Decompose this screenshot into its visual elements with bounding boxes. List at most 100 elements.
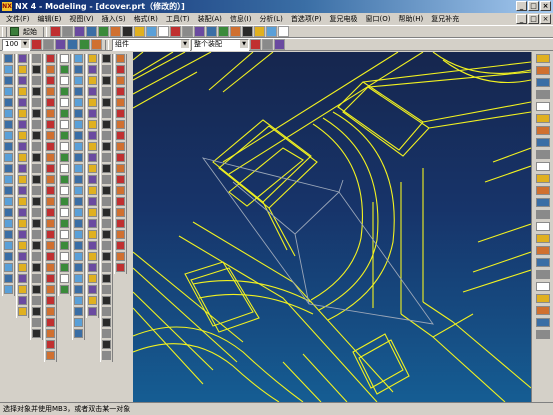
palette-tool-icon[interactable] xyxy=(32,87,41,96)
resource-tab-icon[interactable] xyxy=(535,54,550,63)
palette-tool-icon[interactable] xyxy=(88,252,97,261)
endpoint-icon[interactable] xyxy=(55,39,66,50)
palette-tool-icon[interactable] xyxy=(74,230,83,239)
palette-tool-icon[interactable] xyxy=(32,230,41,239)
palette-tool-icon[interactable] xyxy=(74,329,83,338)
palette-tool-icon[interactable] xyxy=(102,131,111,140)
palette-tool-icon[interactable] xyxy=(4,274,13,283)
palette-tool-icon[interactable] xyxy=(32,120,41,129)
palette-tool-icon[interactable] xyxy=(18,219,27,228)
pan-icon[interactable] xyxy=(206,26,217,37)
palette-tool-icon[interactable] xyxy=(74,76,83,85)
palette-tool-icon[interactable] xyxy=(88,131,97,140)
palette-tool-icon[interactable] xyxy=(18,307,27,316)
menu-tools[interactable]: 工具(T) xyxy=(162,14,194,24)
palette-tool-icon[interactable] xyxy=(102,65,111,74)
palette-tool-icon[interactable] xyxy=(46,186,55,195)
palette-tool-icon[interactable] xyxy=(18,164,27,173)
palette-tool-icon[interactable] xyxy=(88,65,97,74)
palette-tool-icon[interactable] xyxy=(74,131,83,140)
palette-tool-icon[interactable] xyxy=(116,186,125,195)
menu-window[interactable]: 窗口(O) xyxy=(362,14,395,24)
resource-tab-icon[interactable] xyxy=(535,210,550,219)
palette-tool-icon[interactable] xyxy=(88,142,97,151)
palette-tool-icon[interactable] xyxy=(46,263,55,272)
palette-tool-icon[interactable] xyxy=(46,340,55,349)
palette-tool-icon[interactable] xyxy=(4,186,13,195)
palette-tool-icon[interactable] xyxy=(60,274,69,283)
menu-assembly[interactable]: 装配(A) xyxy=(194,14,226,24)
resource-tab-icon[interactable] xyxy=(535,138,550,147)
palette-tool-icon[interactable] xyxy=(102,318,111,327)
palette-tool-icon[interactable] xyxy=(46,109,55,118)
palette-tool-icon[interactable] xyxy=(18,109,27,118)
palette-tool-icon[interactable] xyxy=(60,241,69,250)
palette-tool-icon[interactable] xyxy=(102,186,111,195)
palette-tool-icon[interactable] xyxy=(46,120,55,129)
resource-tab-icon[interactable] xyxy=(535,258,550,267)
palette-tool-icon[interactable] xyxy=(32,109,41,118)
palette-tool-icon[interactable] xyxy=(88,208,97,217)
palette-tool-icon[interactable] xyxy=(46,54,55,63)
resource-tab-icon[interactable] xyxy=(535,330,550,339)
intersection-icon[interactable] xyxy=(250,39,261,50)
shaded-icon[interactable] xyxy=(230,26,241,37)
palette-tool-icon[interactable] xyxy=(88,241,97,250)
palette-tool-icon[interactable] xyxy=(46,164,55,173)
palette-tool-icon[interactable] xyxy=(32,208,41,217)
palette-tool-icon[interactable] xyxy=(4,230,13,239)
type-filter-dropdown-icon[interactable]: ▼ xyxy=(181,39,189,48)
palette-tool-icon[interactable] xyxy=(18,285,27,294)
selection-filter-icon[interactable] xyxy=(31,39,42,50)
palette-tool-icon[interactable] xyxy=(32,307,41,316)
palette-tool-icon[interactable] xyxy=(102,351,111,360)
resource-tab-icon[interactable] xyxy=(535,270,550,279)
palette-tool-icon[interactable] xyxy=(18,65,27,74)
palette-tool-icon[interactable] xyxy=(88,274,97,283)
select-icon[interactable] xyxy=(170,26,181,37)
palette-tool-icon[interactable] xyxy=(4,109,13,118)
palette-tool-icon[interactable] xyxy=(46,197,55,206)
palette-tool-icon[interactable] xyxy=(4,175,13,184)
palette-tool-icon[interactable] xyxy=(88,296,97,305)
palette-tool-icon[interactable] xyxy=(102,252,111,261)
palette-tool-icon[interactable] xyxy=(60,65,69,74)
menu-electrode[interactable]: 复兄电极 xyxy=(326,14,362,24)
palette-tool-icon[interactable] xyxy=(116,153,125,162)
palette-tool-icon[interactable] xyxy=(102,120,111,129)
palette-tool-icon[interactable] xyxy=(102,263,111,272)
palette-tool-icon[interactable] xyxy=(4,120,13,129)
print-icon[interactable] xyxy=(86,26,97,37)
palette-tool-icon[interactable] xyxy=(32,76,41,85)
palette-tool-icon[interactable] xyxy=(32,296,41,305)
palette-tool-icon[interactable] xyxy=(74,208,83,217)
paste-icon[interactable] xyxy=(122,26,133,37)
palette-tool-icon[interactable] xyxy=(116,109,125,118)
palette-tool-icon[interactable] xyxy=(74,142,83,151)
palette-tool-icon[interactable] xyxy=(88,54,97,63)
palette-tool-icon[interactable] xyxy=(18,54,27,63)
palette-tool-icon[interactable] xyxy=(60,175,69,184)
palette-tool-icon[interactable] xyxy=(60,109,69,118)
palette-tool-icon[interactable] xyxy=(46,241,55,250)
palette-tool-icon[interactable] xyxy=(88,98,97,107)
palette-tool-icon[interactable] xyxy=(4,65,13,74)
palette-tool-icon[interactable] xyxy=(4,54,13,63)
resource-tab-icon[interactable] xyxy=(535,246,550,255)
palette-tool-icon[interactable] xyxy=(88,164,97,173)
palette-tool-icon[interactable] xyxy=(116,76,125,85)
close-button[interactable]: × xyxy=(540,1,551,11)
palette-tool-icon[interactable] xyxy=(46,219,55,228)
resource-tab-icon[interactable] xyxy=(535,114,550,123)
assembly-scope-select[interactable]: 整个装配 ▼ xyxy=(191,38,249,51)
doc-restore-button[interactable]: □ xyxy=(528,14,539,24)
palette-tool-icon[interactable] xyxy=(4,219,13,228)
save-icon[interactable] xyxy=(74,26,85,37)
palette-tool-icon[interactable] xyxy=(88,120,97,129)
new-file-icon[interactable] xyxy=(50,26,61,37)
minimize-button[interactable]: _ xyxy=(516,1,527,11)
palette-tool-icon[interactable] xyxy=(102,307,111,316)
palette-tool-icon[interactable] xyxy=(74,318,83,327)
palette-tool-icon[interactable] xyxy=(4,285,13,294)
zoom-icon[interactable] xyxy=(182,26,193,37)
